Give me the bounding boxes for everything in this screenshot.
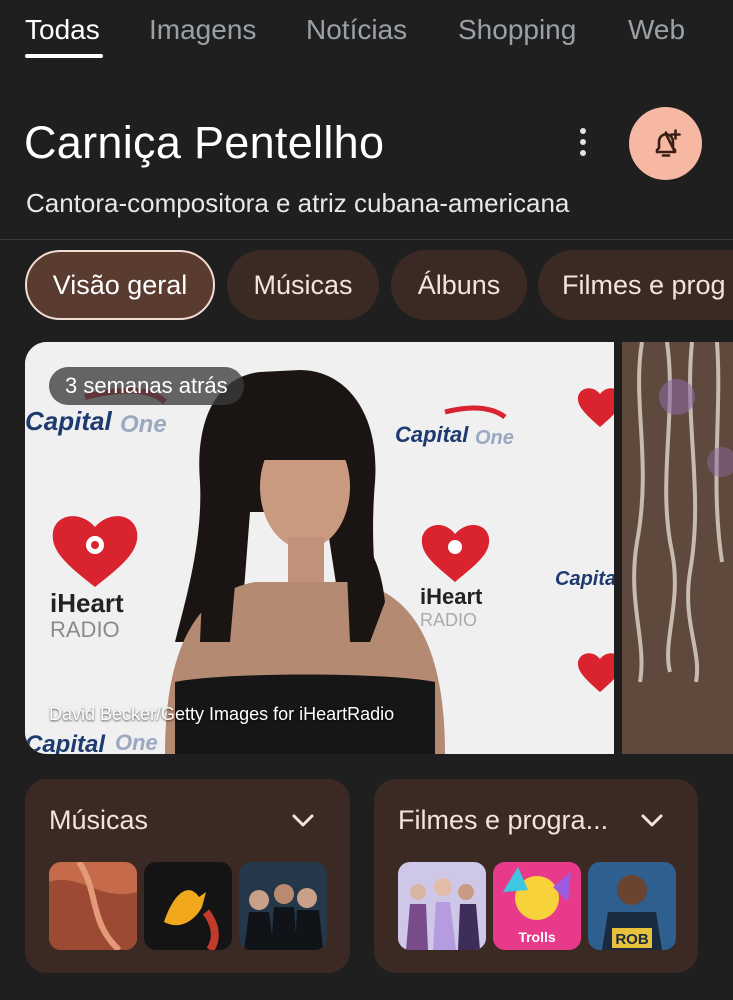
svg-text:Capital: Capital xyxy=(25,731,106,754)
tab-imagens[interactable]: Imagens xyxy=(149,14,256,46)
capital-one-logo: Capital xyxy=(25,406,112,436)
active-tab-indicator xyxy=(25,54,103,58)
chevron-down-icon[interactable] xyxy=(289,807,317,835)
tab-shopping[interactable]: Shopping xyxy=(458,14,576,46)
hero-image[interactable]: Capital One Capital One Capital Capital … xyxy=(25,342,614,754)
svg-text:One: One xyxy=(475,427,514,449)
braids-photo xyxy=(622,342,733,754)
search-tabs: Todas Imagens Notícias Shopping Web xyxy=(0,0,733,72)
entity-title: Carniça Pentellho xyxy=(24,117,385,168)
search-results-page: Todas Imagens Notícias Shopping Web Carn… xyxy=(0,0,733,1000)
song-thumbnail[interactable] xyxy=(144,862,232,950)
header-divider xyxy=(0,239,733,240)
svg-text:Capital: Capital xyxy=(395,422,469,447)
movie-thumbnail[interactable]: Trolls xyxy=(493,862,581,950)
time-badge: 3 semanas atrás xyxy=(49,367,244,405)
tab-web[interactable]: Web xyxy=(628,14,685,46)
more-options-button[interactable] xyxy=(566,124,600,160)
image-credit: David Becker/Getty Images for iHeartRadi… xyxy=(49,704,395,724)
songs-card[interactable]: Músicas xyxy=(25,779,350,973)
chip-filmes-e-programas[interactable]: Filmes e prog xyxy=(538,250,733,320)
movie-thumbnail[interactable]: ROB xyxy=(588,862,676,950)
chip-albuns[interactable]: Álbuns xyxy=(391,250,527,320)
svg-text:iHeart: iHeart xyxy=(420,584,483,609)
movies-card-title: Filmes e progra... xyxy=(398,805,609,835)
tab-noticias[interactable]: Notícias xyxy=(306,14,407,46)
chevron-down-icon[interactable] xyxy=(638,807,666,835)
entity-description: Cantora-compositora e atriz cubana-ameri… xyxy=(26,188,570,218)
svg-text:iHeart: iHeart xyxy=(50,588,124,618)
chip-visao-geral[interactable]: Visão geral xyxy=(25,250,215,320)
svg-text:RADIO: RADIO xyxy=(420,610,477,630)
songs-card-title: Músicas xyxy=(49,805,149,835)
song-thumbnail[interactable] xyxy=(239,862,327,950)
trolls-label: Trolls xyxy=(518,929,556,945)
follow-notification-button[interactable] xyxy=(629,107,702,180)
bell-plus-icon xyxy=(655,128,681,157)
tab-todas[interactable]: Todas xyxy=(25,14,100,46)
svg-text:RADIO: RADIO xyxy=(50,617,120,642)
movie-thumbnail[interactable] xyxy=(398,862,486,950)
svg-text:One: One xyxy=(115,730,158,754)
more-vert-icon xyxy=(580,128,586,134)
movies-card[interactable]: Filmes e progra... Trolls ROB xyxy=(374,779,698,973)
svg-text:One: One xyxy=(120,411,167,438)
song-thumbnail[interactable] xyxy=(49,862,137,950)
chip-musicas[interactable]: Músicas xyxy=(227,250,379,320)
second-image[interactable] xyxy=(622,342,733,754)
svg-text:Capital: Capital xyxy=(555,568,614,590)
rob-label: ROB xyxy=(615,931,649,948)
